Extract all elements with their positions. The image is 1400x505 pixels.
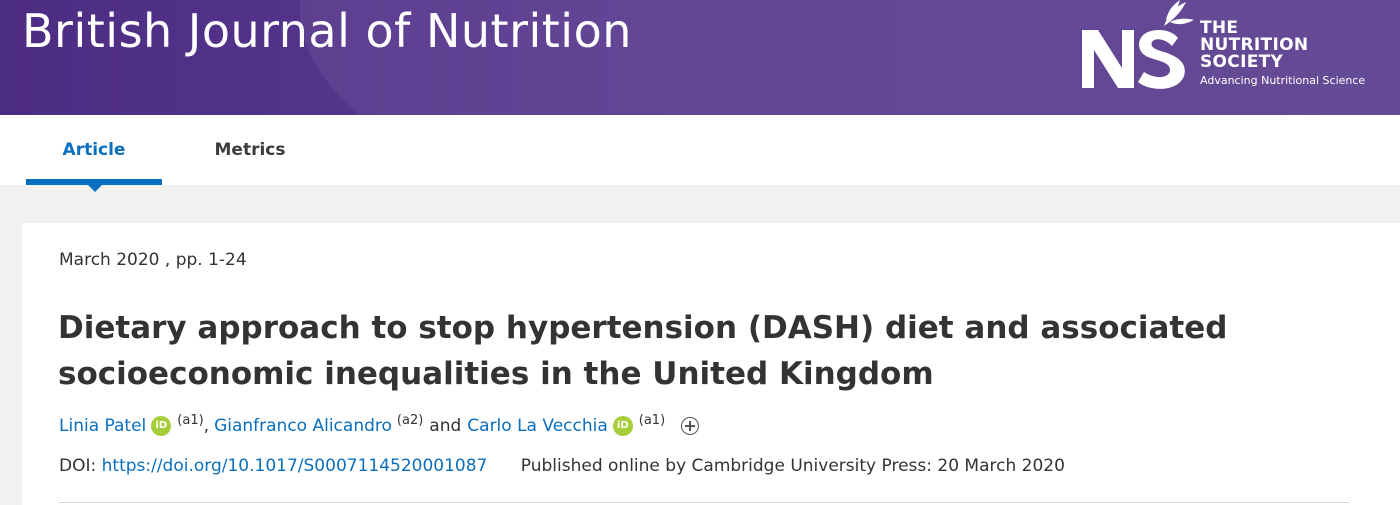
- journal-title[interactable]: British Journal of Nutrition: [22, 4, 632, 58]
- published-date: Published online by Cambridge University…: [520, 456, 1065, 476]
- author-affiliation: (a2): [396, 412, 424, 428]
- nutrition-society-wordmark: THE NUTRITION SOCIETY Advancing Nutritio…: [1200, 20, 1365, 89]
- author-affiliation: (a1): [638, 412, 666, 428]
- tab-metrics[interactable]: Metrics: [200, 115, 300, 185]
- issue-meta: March 2020 , pp. 1-24: [59, 250, 247, 270]
- tab-article[interactable]: Article: [26, 115, 162, 192]
- doi-link[interactable]: https://doi.org/10.1017/S000711452000108…: [102, 456, 488, 476]
- society-line-society: SOCIETY: [1200, 52, 1284, 72]
- tab-article-label: Article: [62, 140, 126, 160]
- doi-line: DOI: https://doi.org/10.1017/S0007114520…: [59, 456, 1065, 476]
- author-separator: ,: [203, 416, 210, 436]
- author-list: Linia Patel iD (a1) , Gianfranco Alicand…: [59, 412, 700, 436]
- divider: [59, 502, 1349, 503]
- author-conjunction: and: [429, 416, 462, 436]
- orcid-icon[interactable]: iD: [612, 416, 633, 436]
- doi-label: DOI:: [59, 456, 97, 476]
- author-link[interactable]: Linia Patel: [59, 416, 146, 436]
- article-tabs: Article Metrics: [0, 115, 1400, 192]
- nutrition-society-logo-icon[interactable]: [1078, 0, 1198, 100]
- plus-circle-icon[interactable]: [681, 417, 700, 435]
- active-tab-caret-icon: [88, 185, 102, 192]
- society-tagline: Advancing Nutritional Science: [1200, 74, 1366, 87]
- tab-metrics-label: Metrics: [214, 140, 286, 160]
- journal-header: British Journal of Nutrition THE NUTRITI…: [0, 0, 1400, 115]
- article-title: Dietary approach to stop hypertension (D…: [58, 310, 1228, 392]
- author-link[interactable]: Carlo La Vecchia: [467, 416, 607, 436]
- article-header-card: March 2020 , pp. 1-24 Dietary approach t…: [22, 223, 1400, 505]
- author-affiliation: (a1): [177, 412, 204, 428]
- author-link[interactable]: Gianfranco Alicandro: [214, 416, 392, 436]
- orcid-icon[interactable]: iD: [151, 416, 172, 436]
